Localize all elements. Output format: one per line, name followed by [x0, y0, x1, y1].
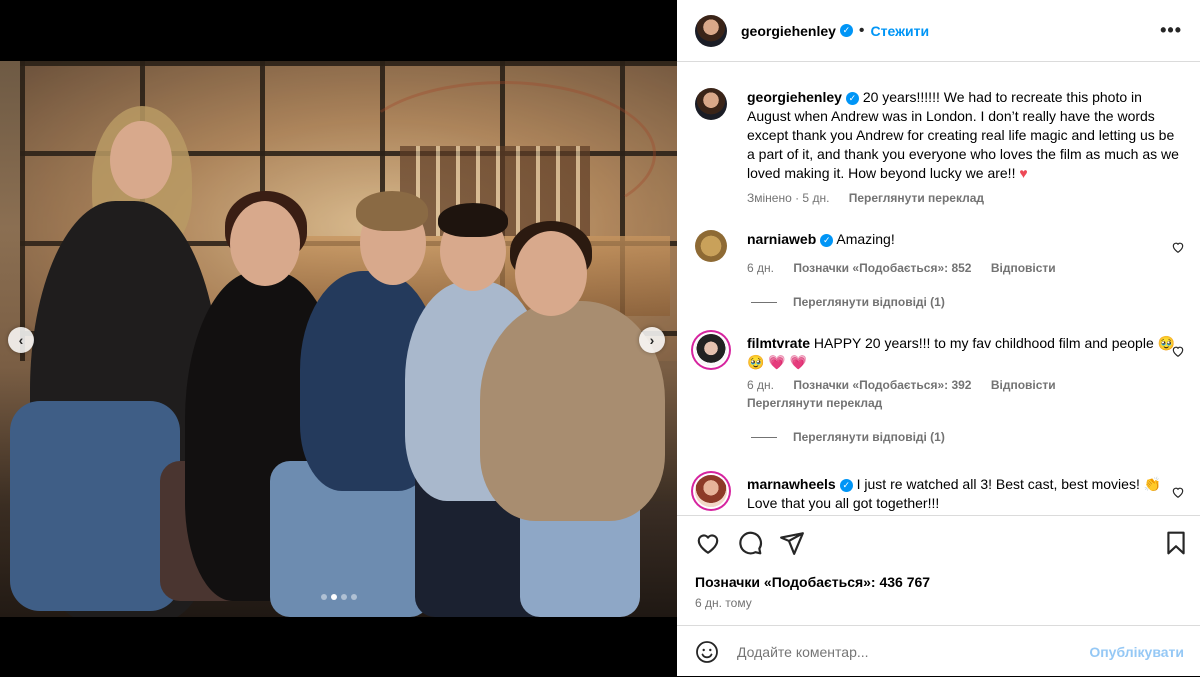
- carousel-dot: [350, 594, 357, 600]
- comment-item: narniaweb ✓ Amazing! 6 дн. Позначки «Подо…: [695, 230, 1185, 309]
- separator-dot: •: [858, 21, 865, 39]
- verified-badge-icon: ✓: [845, 92, 859, 105]
- more-options-icon[interactable]: •••: [1160, 20, 1182, 41]
- comment-item: marnawheels ✓ I just re watched all 3! Be…: [695, 475, 1185, 513]
- carousel-indicator: [0, 594, 677, 600]
- heart-emoji-icon: ♥: [1019, 165, 1028, 181]
- view-replies-label: Переглянути відповіді (1): [793, 295, 945, 309]
- comment-item: filmtvrate HAPPY 20 years!!! to my fav c…: [695, 334, 1185, 444]
- commenter-avatar[interactable]: [695, 334, 727, 366]
- post-actions: Позначки «Подобається»: 436 767 6 дн. то…: [677, 515, 1200, 626]
- verified-badge-icon: ✓: [820, 234, 834, 247]
- post-header: georgiehenley ✓ • Стежити •••: [677, 0, 1200, 62]
- caption-avatar[interactable]: [695, 88, 727, 120]
- post-date[interactable]: 6 дн. тому: [695, 596, 752, 610]
- publish-button[interactable]: Опублікувати: [1089, 644, 1184, 660]
- comment-composer: Опублікувати: [677, 625, 1200, 677]
- comment-input[interactable]: [735, 642, 1059, 661]
- save-bookmark-icon[interactable]: [1163, 530, 1189, 556]
- post-media: ‹ ›: [0, 0, 677, 676]
- chevron-right-icon: ›: [649, 332, 655, 348]
- follow-button[interactable]: Стежити: [871, 23, 930, 39]
- verified-badge-icon: ✓: [839, 24, 853, 37]
- commenter-username[interactable]: marnawheels: [747, 476, 836, 492]
- view-replies-label: Переглянути відповіді (1): [793, 430, 945, 444]
- see-translation-link[interactable]: Переглянути переклад: [747, 396, 1185, 410]
- reply-button[interactable]: Відповісти: [991, 261, 1056, 275]
- chevron-left-icon: ‹: [18, 332, 24, 348]
- comment-likes[interactable]: Позначки «Подобається»: 392: [793, 378, 971, 392]
- like-comment-heart-icon[interactable]: [1171, 240, 1185, 254]
- carousel-dot: [320, 594, 327, 600]
- carousel-dot-active: [330, 594, 337, 600]
- like-comment-heart-icon[interactable]: [1171, 344, 1185, 358]
- reply-button[interactable]: Відповісти: [991, 378, 1056, 392]
- share-paper-plane-icon[interactable]: [779, 530, 805, 556]
- comments-list[interactable]: georgiehenley ✓ 20 years!!!!!! We had to …: [677, 62, 1200, 515]
- post-photo[interactable]: [0, 61, 677, 617]
- comment-text: HAPPY 20 years!!! to my fav childhood fi…: [747, 335, 1176, 370]
- comment-likes[interactable]: Позначки «Подобається»: 852: [793, 261, 971, 275]
- commenter-username[interactable]: filmtvrate: [747, 335, 810, 351]
- post-sidebar: georgiehenley ✓ • Стежити ••• georgiehen…: [677, 0, 1200, 676]
- commenter-avatar[interactable]: [695, 230, 727, 262]
- like-comment-heart-icon[interactable]: [1171, 485, 1185, 499]
- comment-age: 6 дн.: [747, 261, 774, 275]
- emoji-icon[interactable]: [695, 640, 719, 664]
- author-username[interactable]: georgiehenley: [741, 23, 836, 39]
- comment-age: 6 дн.: [747, 378, 774, 392]
- author-avatar[interactable]: [695, 14, 727, 47]
- post-like-count[interactable]: Позначки «Подобається»: 436 767: [695, 574, 930, 590]
- carousel-dot: [340, 594, 347, 600]
- view-replies-button[interactable]: Переглянути відповіді (1): [751, 295, 1185, 309]
- comment-text: Amazing!: [836, 231, 895, 247]
- like-heart-icon[interactable]: [695, 530, 721, 556]
- caption-edited: Змінено · 5 дн.: [747, 191, 830, 205]
- previous-slide-button[interactable]: ‹: [8, 327, 34, 353]
- post-caption: georgiehenley ✓ 20 years!!!!!! We had to …: [695, 88, 1185, 205]
- next-slide-button[interactable]: ›: [639, 327, 665, 353]
- commenter-avatar[interactable]: [695, 475, 727, 507]
- view-replies-button[interactable]: Переглянути відповіді (1): [751, 430, 1185, 444]
- verified-badge-icon: ✓: [839, 479, 853, 492]
- see-translation-link[interactable]: Переглянути переклад: [849, 191, 984, 205]
- commenter-username[interactable]: narniaweb: [747, 231, 816, 247]
- caption-username[interactable]: georgiehenley: [747, 89, 842, 105]
- comment-bubble-icon[interactable]: [737, 530, 763, 556]
